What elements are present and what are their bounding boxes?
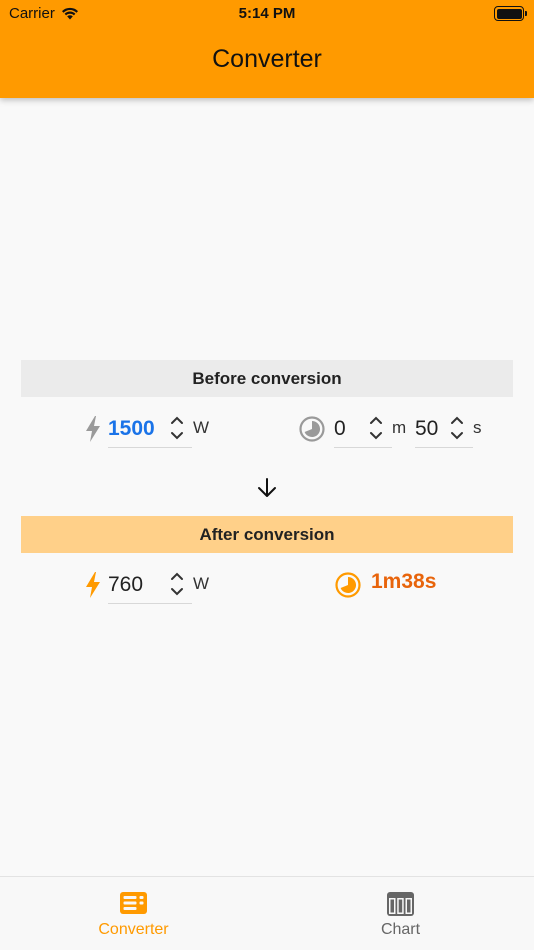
tab-converter[interactable]: Converter xyxy=(0,877,267,950)
after-power-unit: W xyxy=(193,574,210,593)
tab-chart-label: Chart xyxy=(380,921,421,938)
result-time: 1m38s xyxy=(371,570,437,593)
tab-bar: Converter Chart xyxy=(0,876,534,950)
before-power-unit: W xyxy=(193,418,210,437)
after-conversion-row: 760 W 1m38s xyxy=(0,560,534,610)
seconds-stepper[interactable] xyxy=(449,414,465,442)
minutes-unit: m xyxy=(392,418,407,437)
tab-chart[interactable]: Chart xyxy=(267,877,534,950)
status-time: 5:14 PM xyxy=(238,5,296,22)
app-header: Carrier 5:14 PM Converter xyxy=(0,0,534,98)
timer-icon xyxy=(299,416,325,442)
tab-converter-label: Converter xyxy=(98,921,169,938)
before-conversion-header: Before conversion xyxy=(21,360,513,397)
after-power-stepper[interactable] xyxy=(169,570,185,598)
timer-icon xyxy=(335,572,361,598)
bolt-icon xyxy=(86,416,100,442)
seconds-unit: s xyxy=(473,418,482,437)
table-chart-icon xyxy=(387,892,414,916)
before-conversion-row: 1500 W 0 m 50 s xyxy=(0,404,534,454)
status-bar: Carrier 5:14 PM xyxy=(0,0,534,28)
after-conversion-header: After conversion xyxy=(21,516,513,553)
page-title: Converter xyxy=(212,45,322,73)
microwave-icon xyxy=(120,892,147,914)
bolt-icon xyxy=(86,572,100,598)
arrow-down-icon xyxy=(258,478,276,497)
before-power-stepper[interactable] xyxy=(169,414,185,442)
battery-icon xyxy=(494,6,527,21)
minutes-stepper[interactable] xyxy=(368,414,384,442)
